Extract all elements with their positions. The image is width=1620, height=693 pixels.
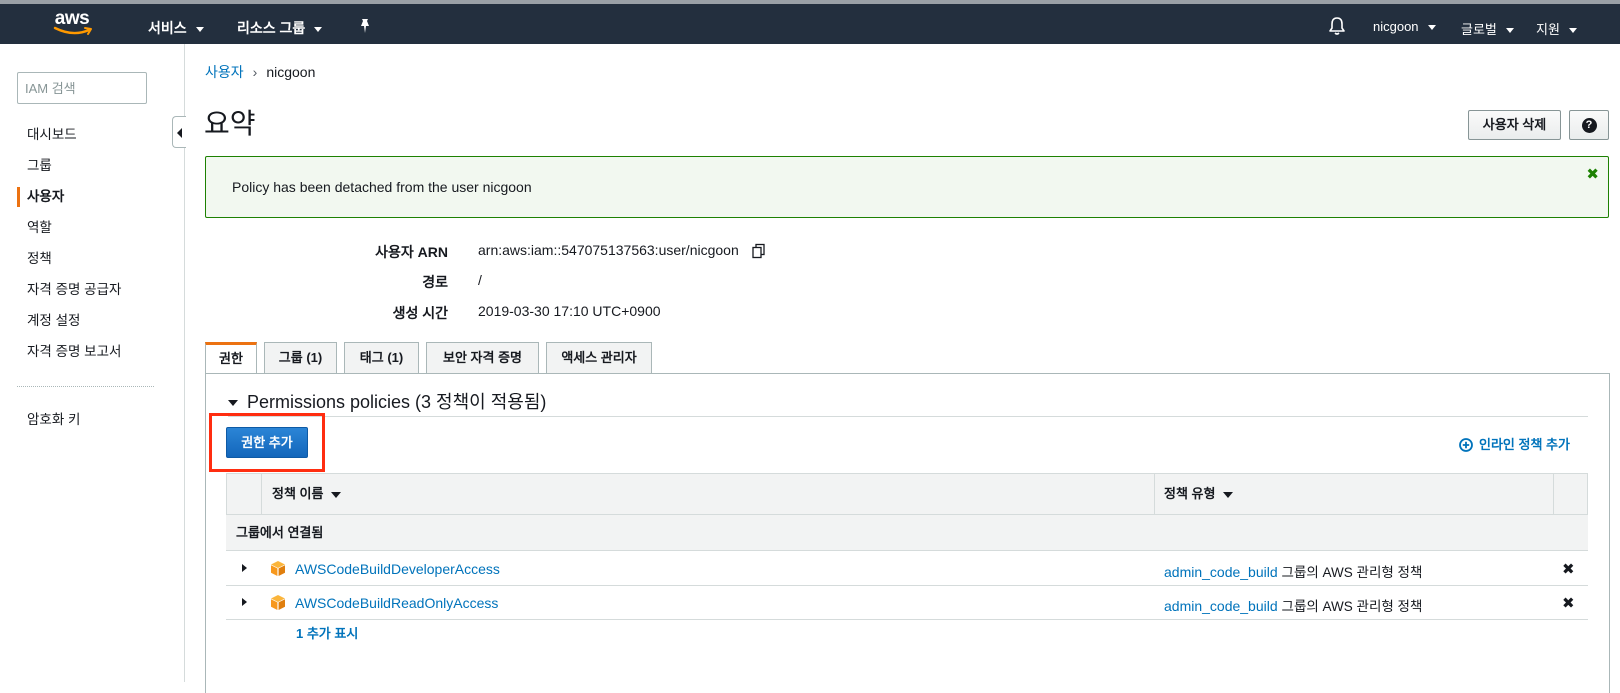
policy-name-link[interactable]: AWSCodeBuildReadOnlyAccess — [295, 595, 498, 611]
detach-policy-icon[interactable]: ✖ — [1562, 594, 1575, 612]
section-divider — [228, 416, 1588, 417]
chevron-down-icon — [1568, 28, 1577, 34]
permissions-policies-header[interactable]: Permissions policies (3 정책이 적용됨) — [228, 388, 546, 414]
group-attached-header: 그룹에서 연결됨 — [226, 515, 1588, 551]
permissions-policies-title: Permissions policies (3 정책이 적용됨) — [247, 392, 547, 412]
show-more-link[interactable]: 1 추가 표시 — [296, 623, 358, 642]
breadcrumb-users-link[interactable]: 사용자 — [205, 64, 244, 80]
aws-smile-icon — [53, 26, 92, 35]
services-menu[interactable]: 서비스 — [148, 18, 204, 38]
policy-group-link[interactable]: admin_code_build — [1164, 564, 1278, 580]
policy-type-cell: admin_code_build 그룹의 AWS 관리형 정책 — [1164, 561, 1422, 581]
alert-close-icon[interactable]: ✖ — [1586, 165, 1599, 183]
support-menu-label: 지원 — [1536, 22, 1560, 37]
created-label: 생성 시간 — [392, 305, 448, 321]
policy-type-cell: admin_code_build 그룹의 AWS 관리형 정책 — [1164, 595, 1422, 615]
arn-value-wrap: arn:aws:iam::547075137563:user/nicgoon — [478, 242, 767, 259]
tab-permissions[interactable]: 권한 — [205, 342, 257, 374]
tab-security-credentials[interactable]: 보안 자격 증명 — [426, 342, 539, 373]
help-button[interactable]: ? — [1569, 110, 1609, 140]
arn-value: arn:aws:iam::547075137563:user/nicgoon — [478, 242, 739, 258]
chevron-down-icon — [195, 26, 204, 32]
iam-search-input[interactable] — [17, 72, 147, 104]
account-menu[interactable]: nicgoon — [1373, 19, 1436, 34]
add-permissions-button[interactable]: 권한 추가 — [226, 427, 308, 458]
support-menu[interactable]: 지원 — [1536, 19, 1577, 38]
delete-user-button[interactable]: 사용자 삭제 — [1468, 110, 1561, 140]
sidebar-item-identity-providers[interactable]: 자격 증명 공급자 — [0, 274, 185, 305]
sidebar-item-groups[interactable]: 그룹 — [0, 150, 185, 181]
region-menu[interactable]: 글로벌 — [1461, 19, 1514, 38]
policy-type-text: 그룹의 AWS 관리형 정책 — [1281, 565, 1423, 580]
tab-tags[interactable]: 태그 (1) — [344, 342, 419, 373]
sort-caret-icon — [331, 491, 342, 498]
resource-groups-menu-label: 리소스 그룹 — [237, 20, 306, 36]
path-label: 경로 — [422, 274, 448, 290]
sidebar-item-users[interactable]: 사용자 — [0, 181, 185, 212]
column-divider — [1154, 474, 1155, 514]
column-header-policy-type[interactable]: 정책 유형 — [1164, 474, 1234, 514]
success-alert: Policy has been detached from the user n… — [205, 156, 1609, 218]
column-header-policy-type-label: 정책 유형 — [1164, 486, 1216, 501]
sidebar-divider — [17, 386, 154, 387]
sidebar-item-roles[interactable]: 역할 — [0, 212, 185, 243]
chevron-down-icon — [314, 26, 323, 32]
pin-icon[interactable] — [358, 18, 372, 34]
user-tabs: 권한 그룹 (1) 태그 (1) 보안 자격 증명 액세스 관리자 — [205, 342, 1610, 374]
summary-arn-row: 사용자 ARN arn:aws:iam::547075137563:user/n… — [205, 242, 1105, 262]
arn-label: 사용자 ARN — [375, 244, 448, 260]
expand-row-icon[interactable] — [242, 564, 247, 572]
resource-groups-menu[interactable]: 리소스 그룹 — [237, 18, 323, 38]
breadcrumb-separator-icon: › — [252, 64, 258, 80]
tab-groups[interactable]: 그룹 (1) — [264, 342, 337, 373]
account-menu-label: nicgoon — [1373, 19, 1419, 34]
tab-access-advisor[interactable]: 액세스 관리자 — [546, 342, 652, 373]
alert-message: Policy has been detached from the user n… — [232, 179, 532, 195]
sort-caret-icon — [1223, 491, 1234, 498]
sidebar-item-encryption-keys[interactable]: 암호화 키 — [0, 404, 185, 435]
breadcrumb-current: nicgoon — [266, 64, 316, 80]
column-header-policy-name[interactable]: 정책 이름 — [272, 474, 342, 514]
summary-created-row: 생성 시간 2019-03-30 17:10 UTC+0900 — [205, 303, 1105, 323]
detach-policy-icon[interactable]: ✖ — [1562, 560, 1575, 578]
region-menu-label: 글로벌 — [1461, 22, 1497, 37]
chevron-down-icon — [1505, 28, 1514, 34]
sidebar-item-credential-report[interactable]: 자격 증명 보고서 — [0, 336, 185, 367]
sidebar-collapse-button[interactable] — [172, 116, 186, 148]
managed-policy-icon — [271, 595, 285, 610]
managed-policy-icon — [271, 561, 285, 576]
column-divider — [261, 474, 262, 514]
table-row: AWSCodeBuildDeveloperAccess admin_code_b… — [226, 552, 1588, 586]
expand-row-icon[interactable] — [242, 598, 247, 606]
add-inline-policy-label: 인라인 정책 추가 — [1479, 437, 1570, 452]
chevron-left-icon — [177, 128, 182, 138]
sidebar-item-dashboard[interactable]: 대시보드 — [0, 119, 185, 150]
collapse-caret-icon — [228, 400, 238, 407]
policy-type-text: 그룹의 AWS 관리형 정책 — [1281, 599, 1423, 614]
help-icon: ? — [1581, 118, 1597, 134]
chevron-down-icon — [1427, 25, 1436, 31]
top-navigation-bar: aws 서비스 리소스 그룹 nicgoon 글로벌 지원 — [0, 0, 1620, 44]
notification-bell-icon[interactable] — [1328, 16, 1346, 36]
table-row: AWSCodeBuildReadOnlyAccess admin_code_bu… — [226, 586, 1588, 620]
policy-name-link[interactable]: AWSCodeBuildDeveloperAccess — [295, 561, 500, 577]
policy-group-link[interactable]: admin_code_build — [1164, 598, 1278, 614]
plus-circle-icon — [1459, 438, 1473, 452]
services-menu-label: 서비스 — [148, 20, 187, 36]
column-divider — [1553, 474, 1554, 514]
sidebar-nav: 대시보드 그룹 사용자 역할 정책 자격 증명 공급자 계정 설정 자격 증명 … — [0, 119, 185, 367]
table-header: 정책 이름 정책 유형 — [226, 473, 1588, 515]
sidebar-item-policies[interactable]: 정책 — [0, 243, 185, 274]
page-title: 요약 — [204, 108, 256, 139]
column-header-policy-name-label: 정책 이름 — [272, 486, 324, 501]
sidebar: 대시보드 그룹 사용자 역할 정책 자격 증명 공급자 계정 설정 자격 증명 … — [0, 44, 186, 682]
breadcrumb: 사용자 › nicgoon — [205, 62, 315, 82]
add-inline-policy-link[interactable]: 인라인 정책 추가 — [1459, 434, 1570, 453]
path-value: / — [478, 272, 482, 288]
created-value: 2019-03-30 17:10 UTC+0900 — [478, 303, 661, 319]
copy-icon[interactable] — [751, 243, 767, 259]
aws-logo[interactable]: aws — [52, 9, 96, 40]
summary-path-row: 경로 / — [205, 272, 1105, 292]
sidebar-item-account-settings[interactable]: 계정 설정 — [0, 305, 185, 336]
